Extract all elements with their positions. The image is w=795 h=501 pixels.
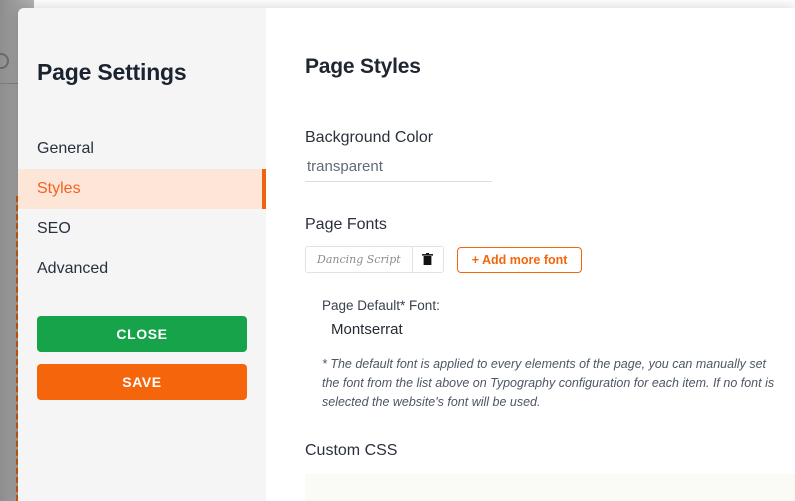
- sidebar-actions: CLOSE SAVE: [18, 316, 266, 400]
- undo-icon[interactable]: [0, 48, 14, 74]
- custom-css-editor[interactable]: .spb-item-root{font-family:'Montserrat';…: [305, 474, 795, 501]
- background-color-input[interactable]: [305, 158, 492, 182]
- background-color-label: Background Color: [305, 129, 434, 146]
- sidebar-item-general[interactable]: General: [18, 129, 266, 169]
- sidebar-item-seo[interactable]: SEO: [18, 209, 266, 249]
- custom-css-label: Custom CSS: [305, 442, 398, 459]
- default-font-value: Montserrat: [331, 321, 403, 338]
- close-button[interactable]: CLOSE: [37, 316, 247, 352]
- settings-sidebar: Page Settings General Styles SEO Advance…: [18, 8, 266, 501]
- page-fonts-label: Page Fonts: [305, 216, 387, 233]
- page-settings-modal: Page Settings General Styles SEO Advance…: [18, 8, 795, 501]
- page-title: Page Settings: [37, 59, 187, 85]
- sidebar-item-label: General: [37, 140, 94, 157]
- sidebar-item-styles[interactable]: Styles: [18, 169, 266, 209]
- save-button[interactable]: SAVE: [37, 364, 247, 400]
- page-fonts-row: Dancing Script + Add more font: [305, 246, 795, 273]
- font-chip-label: Dancing Script: [317, 253, 401, 266]
- settings-main-panel: Page Styles Background Color Page Fonts …: [266, 8, 795, 501]
- sidebar-item-advanced[interactable]: Advanced: [18, 249, 266, 289]
- sidebar-item-label: SEO: [37, 220, 71, 237]
- font-chip: Dancing Script: [305, 246, 444, 273]
- default-font-block: Page Default* Font: Montserrat: [322, 298, 795, 338]
- settings-nav: General Styles SEO Advanced: [18, 129, 266, 289]
- default-font-label: Page Default* Font:: [322, 298, 440, 313]
- default-font-hint: * The default font is applied to every e…: [322, 357, 775, 409]
- panel-title: Page Styles: [305, 55, 421, 78]
- add-more-font-button[interactable]: + Add more font: [456, 246, 583, 273]
- sidebar-item-label: Styles: [37, 180, 81, 197]
- sidebar-item-label: Advanced: [37, 260, 109, 277]
- trash-icon[interactable]: [411, 247, 443, 272]
